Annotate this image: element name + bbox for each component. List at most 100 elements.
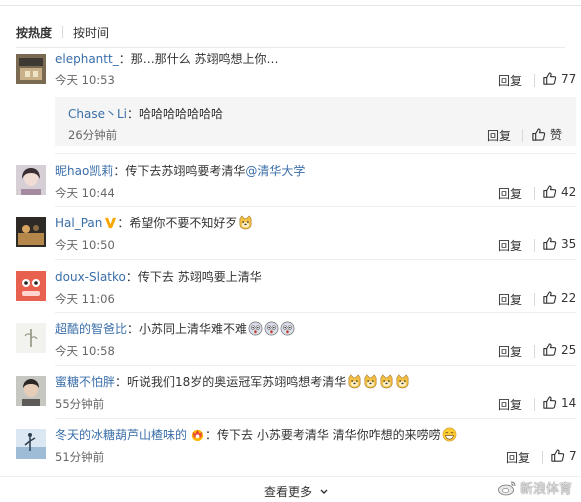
avatar[interactable] xyxy=(16,429,46,459)
avatar[interactable] xyxy=(16,165,46,195)
thumbs-up-icon xyxy=(543,396,557,409)
like-button[interactable]: 22 xyxy=(542,290,576,305)
like-count: 35 xyxy=(561,236,577,251)
action-divider xyxy=(534,239,535,252)
comment-content: Hal_Pan ：希望你不要不知好歹 xyxy=(55,215,253,231)
chevron-down-icon xyxy=(320,489,328,494)
row-divider xyxy=(55,153,576,154)
view-more-label: 查看更多 xyxy=(264,485,313,499)
comment-text: 传下去苏翊鸣要考清华 xyxy=(125,164,246,178)
sub-reply: Chase丶Li：哈哈哈哈哈哈哈 26分钟前 回复 赞 xyxy=(55,97,576,146)
thumbs-up-icon xyxy=(551,449,565,462)
comment-content: 蜜糖不怕胖：听说我们18岁的奥运冠军苏翊鸣想考清华 xyxy=(55,374,410,390)
avatar[interactable] xyxy=(16,54,46,84)
thumbs-up-icon xyxy=(532,128,546,141)
reply-button[interactable]: 回复 xyxy=(498,237,522,254)
verified-v-icon xyxy=(105,217,117,229)
row-divider xyxy=(55,206,576,207)
comment-text: 听说我们18岁的奥运冠军苏翊鸣想考清华 xyxy=(127,375,347,389)
thumbs-up-icon xyxy=(543,185,557,198)
comment-content: elephantt_：那…那什么 苏翊鸣想上你… xyxy=(55,51,279,67)
grin-emoji xyxy=(442,427,457,442)
praise-label: 赞 xyxy=(550,128,563,142)
comment-username[interactable]: 冬天的冰糖葫芦山楂味的 xyxy=(55,428,187,442)
comment-text: 传下去 小苏要考清华 清华你咋想的来唠唠 xyxy=(217,428,441,442)
like-button[interactable]: 35 xyxy=(542,236,576,251)
row-divider xyxy=(55,365,576,366)
doge-emoji xyxy=(380,374,393,389)
sub-reply-text: 哈哈哈哈哈哈哈 xyxy=(139,107,224,121)
view-more-button[interactable]: 查看更多 xyxy=(264,483,329,500)
shocked-emoji xyxy=(280,321,295,336)
sort-bar: 按热度 按时间 xyxy=(16,24,109,40)
shocked-emoji xyxy=(248,321,263,336)
thumbs-up-icon xyxy=(543,237,557,250)
sub-reply-button[interactable]: 回复 xyxy=(487,127,511,144)
name-separator: ： xyxy=(127,107,140,121)
sub-reply-content: Chase丶Li：哈哈哈哈哈哈哈 xyxy=(68,105,223,122)
comment-username[interactable]: elephantt_ xyxy=(55,52,119,66)
comment-text: 希望你不要不知好歹 xyxy=(129,216,238,230)
like-count: 22 xyxy=(561,290,577,305)
comment-text: 传下去 苏翊鸣要上清华 xyxy=(137,270,262,284)
reply-button[interactable]: 回复 xyxy=(498,185,522,202)
like-button[interactable]: 42 xyxy=(542,184,576,199)
top-border xyxy=(0,0,581,6)
comment-username[interactable]: 昵hao凯莉 xyxy=(55,164,113,178)
action-divider xyxy=(534,345,535,358)
action-divider xyxy=(534,187,535,200)
avatar[interactable] xyxy=(16,323,46,353)
comment-username[interactable]: Hal_Pan xyxy=(55,216,102,230)
like-button[interactable]: 77 xyxy=(542,71,576,86)
comment-time: 今天 10:53 xyxy=(55,73,115,87)
action-divider xyxy=(534,74,535,87)
thumbs-up-icon xyxy=(543,72,557,85)
comment-text: 那…那什么 苏翊鸣想上你… xyxy=(130,52,279,66)
sub-reply-time: 26分钟前 xyxy=(68,128,118,142)
avatar[interactable] xyxy=(16,217,46,247)
weibo-logo-icon xyxy=(498,481,516,495)
comment-username[interactable]: 蜜糖不怕胖 xyxy=(55,375,115,389)
reply-button[interactable]: 回复 xyxy=(506,449,530,466)
doge-emoji xyxy=(240,215,252,230)
comment-time: 今天 11:06 xyxy=(55,292,115,306)
name-separator: ： xyxy=(205,428,218,442)
doge-emoji xyxy=(348,374,361,389)
name-separator: ： xyxy=(127,322,140,336)
comment-content: doux-Slatko：传下去 苏翊鸣要上清华 xyxy=(55,269,262,285)
reply-button[interactable]: 回复 xyxy=(498,396,522,413)
mention-link[interactable]: @清华大学 xyxy=(245,164,305,178)
header-divider xyxy=(16,47,565,48)
doge-emoji xyxy=(396,374,409,389)
like-button[interactable]: 14 xyxy=(542,395,576,410)
reply-button[interactable]: 回复 xyxy=(498,72,522,89)
name-separator: ： xyxy=(117,216,130,230)
doge-emoji xyxy=(364,374,377,389)
sub-like-button[interactable]: 赞 xyxy=(531,126,562,143)
watermark-text: 新浪体育 xyxy=(520,482,573,497)
like-button[interactable]: 25 xyxy=(542,342,576,357)
avatar[interactable] xyxy=(16,271,46,301)
avatar[interactable] xyxy=(16,376,46,406)
like-button[interactable]: 7 xyxy=(550,448,577,463)
name-separator: ： xyxy=(115,375,128,389)
comment-username[interactable]: doux-Slatko xyxy=(55,270,126,284)
comment-time: 51分钟前 xyxy=(55,450,105,464)
like-count: 25 xyxy=(561,342,577,357)
action-divider xyxy=(542,451,543,464)
sort-by-hot-tab[interactable]: 按热度 xyxy=(16,24,52,41)
reply-button[interactable]: 回复 xyxy=(498,343,522,360)
comment-text: 小苏同上清华难不难 xyxy=(139,322,248,336)
sub-reply-username[interactable]: Chase丶Li xyxy=(68,107,127,121)
like-count: 42 xyxy=(561,184,577,199)
comment-time: 55分钟前 xyxy=(55,397,105,411)
name-separator: ： xyxy=(125,270,138,284)
comment-content: 冬天的冰糖葫芦山楂味的 ：传下去 小苏要考清华 清华你咋想的来唠唠 xyxy=(55,427,457,443)
action-divider xyxy=(522,129,523,142)
watermark: 新浪体育 xyxy=(497,478,572,497)
comment-content: 昵hao凯莉：传下去苏翊鸣要考清华@清华大学 xyxy=(55,163,305,179)
sort-by-time-tab[interactable]: 按时间 xyxy=(73,24,109,41)
reply-button[interactable]: 回复 xyxy=(498,291,522,308)
comment-time: 今天 10:44 xyxy=(55,186,115,200)
comment-username[interactable]: 超酷的智爸比 xyxy=(55,322,127,336)
